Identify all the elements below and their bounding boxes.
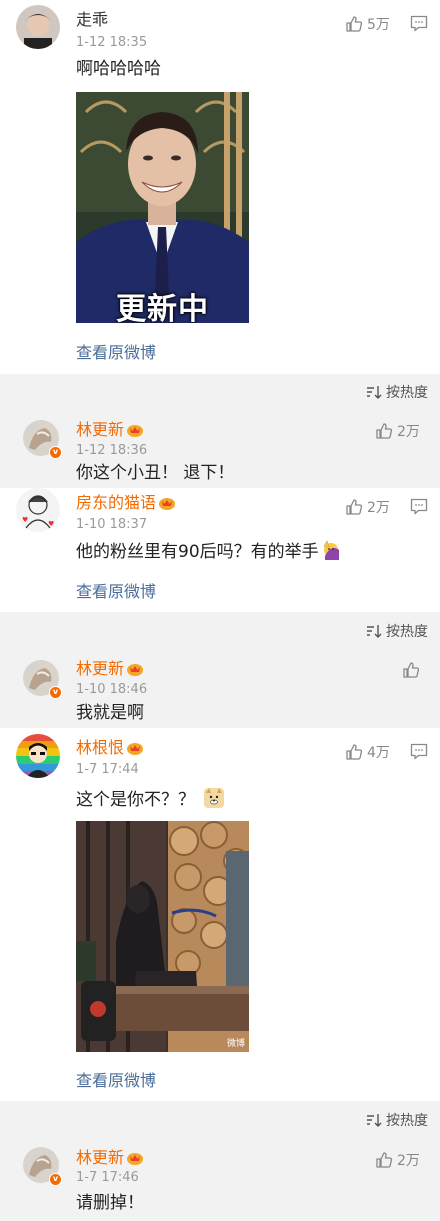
comment-card: 走乖 1-12 18:35 5万 啊哈哈哈哈 更新中 查看原微博 (0, 0, 440, 374)
comment-time: 1-10 18:37 (76, 517, 148, 532)
image-watermark: 微博 (226, 1039, 245, 1049)
like-count: 2万 (397, 424, 420, 440)
sort-icon (367, 386, 382, 399)
verified-badge: v (49, 1173, 62, 1186)
comment-icon[interactable] (410, 743, 428, 760)
svg-text:♥: ♥ (22, 516, 28, 524)
sort-icon (367, 625, 382, 638)
comment-time: 1-12 18:35 (76, 35, 148, 50)
like-count: 2万 (367, 500, 390, 516)
view-original-link[interactable]: 查看原微博 (76, 578, 156, 602)
sort-by-hot-button[interactable]: 按热度 (366, 382, 428, 402)
comment-card: ♥ ♥ 房东的猫语 1-10 18:37 2万 他的粉丝里有90后吗？有的举手 … (0, 488, 440, 612)
commenter-name[interactable]: 房东的猫语 (76, 493, 176, 513)
image-caption: 更新中 (116, 292, 209, 323)
verified-badge: v (49, 446, 62, 459)
comment-card: 林根恨 1-7 17:44 4万 这个是你不？？ 微博 查看原微博 (0, 728, 440, 1101)
reply-card: v 林更新 1-7 17:46 2万 请删掉！ (0, 1137, 440, 1221)
vip-crown-icon (127, 425, 144, 437)
avatar[interactable] (16, 734, 60, 778)
thumb-up-icon (346, 16, 363, 32)
comment-image[interactable]: 微博 (76, 821, 249, 1052)
raise-hand-emoji-icon (323, 540, 339, 560)
like-button[interactable]: 2万 (375, 421, 420, 441)
sort-by-hot-button[interactable]: 按热度 (366, 621, 428, 641)
thumb-up-icon (346, 744, 363, 760)
comment-text: 他的粉丝里有90后吗？有的举手 (76, 540, 341, 563)
reply-text: 你这个小丑！ 退下！ (76, 463, 235, 483)
reply-card: v 林更新 1-10 18:46 我就是啊 (0, 648, 440, 728)
commenter-name[interactable]: 走乖 (76, 10, 108, 30)
thumb-up-icon (346, 499, 363, 515)
view-original-link[interactable]: 查看原微博 (76, 1067, 156, 1091)
like-button[interactable]: 2万 (345, 497, 390, 517)
vip-crown-icon (159, 498, 176, 510)
reply-card: v 林更新 1-12 18:36 2万 你这个小丑！ 退下！ (0, 410, 440, 488)
like-count: 2万 (397, 1153, 420, 1169)
like-count: 4万 (367, 745, 390, 761)
like-button[interactable]: 4万 (345, 742, 390, 762)
sort-icon (367, 1114, 382, 1127)
comment-time: 1-7 17:44 (76, 762, 139, 777)
reply-sort-bar: 按热度 (0, 1101, 440, 1137)
like-button[interactable]: 5万 (345, 14, 390, 34)
replier-name[interactable]: 林更新 (76, 420, 144, 440)
avatar[interactable] (16, 5, 60, 49)
comment-text: 这个是你不？？ (76, 787, 225, 811)
thumb-up-icon (376, 1152, 393, 1168)
like-button[interactable]: 2万 (375, 1150, 420, 1170)
reply-sort-bar: 按热度 (0, 374, 440, 410)
vip-crown-icon (127, 1153, 144, 1165)
replier-name[interactable]: 林更新 (76, 659, 144, 679)
thumb-up-icon (376, 423, 393, 439)
verified-badge: v (49, 686, 62, 699)
like-count: 5万 (367, 17, 390, 33)
reply-sort-bar: 按热度 (0, 612, 440, 648)
reply-text: 请删掉！ (76, 1193, 144, 1213)
thumb-up-icon (403, 662, 420, 678)
reply-text: 我就是啊 (76, 703, 144, 723)
like-button[interactable] (402, 661, 424, 679)
vip-crown-icon (127, 664, 144, 676)
sort-label: 按热度 (386, 624, 428, 640)
replier-name[interactable]: 林更新 (76, 1148, 144, 1168)
vip-crown-icon (127, 743, 144, 755)
comment-image[interactable]: 更新中 (76, 92, 249, 323)
view-original-link[interactable]: 查看原微博 (76, 339, 156, 363)
comment-icon[interactable] (410, 15, 428, 32)
reply-time: 1-12 18:36 (76, 443, 148, 458)
comment-text: 啊哈哈哈哈 (76, 59, 161, 79)
sort-label: 按热度 (386, 1113, 428, 1129)
commenter-name[interactable]: 林根恨 (76, 738, 144, 758)
comment-icon[interactable] (410, 498, 428, 515)
sort-label: 按热度 (386, 385, 428, 401)
doge-emoji-icon (204, 788, 224, 808)
reply-time: 1-7 17:46 (76, 1170, 139, 1185)
avatar[interactable]: ♥ ♥ (16, 488, 60, 532)
sort-by-hot-button[interactable]: 按热度 (366, 1110, 428, 1130)
reply-time: 1-10 18:46 (76, 682, 148, 697)
svg-text:♥: ♥ (48, 520, 54, 528)
